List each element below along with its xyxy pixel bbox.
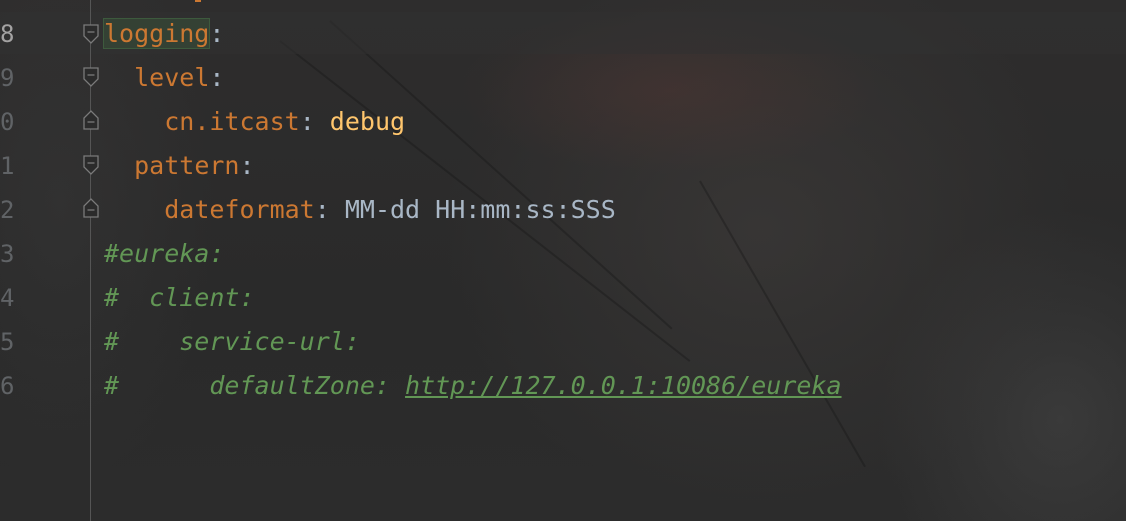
yaml-value[interactable]: debug [330, 107, 405, 136]
line-number[interactable]: 0 [0, 100, 14, 144]
line-number[interactable]: 2 [0, 188, 14, 232]
code-line[interactable]: #eureka: [104, 232, 224, 276]
line-number[interactable]: 3 [0, 232, 14, 276]
fold-close-icon[interactable] [83, 110, 99, 130]
yaml-key[interactable]: dateformat [164, 195, 315, 224]
yaml-comment[interactable]: #eureka: [104, 239, 224, 268]
yaml-colon: : [239, 151, 255, 180]
yaml-value[interactable]: MM-dd HH:mm:ss:SSS [345, 195, 616, 224]
yaml-comment[interactable]: # client: [104, 283, 255, 312]
line-number[interactable]: 9 [0, 56, 14, 100]
code-line[interactable]: dateformat: MM-dd HH:mm:ss:SSS [104, 188, 616, 232]
line-number[interactable]: 1 [0, 144, 14, 188]
line-number[interactable]: 6 [0, 364, 14, 408]
code-line[interactable]: level: [104, 56, 224, 100]
code-line[interactable]: logging: [102, 12, 225, 56]
fold-close-icon[interactable] [83, 198, 99, 218]
yaml-key[interactable]: pattern [134, 151, 239, 180]
line-number[interactable]: 5 [0, 320, 14, 364]
line-number[interactable]: 8 [0, 12, 14, 56]
yaml-colon: : [314, 195, 345, 224]
comment-url-link[interactable]: http://127.0.0.1:10086/eureka [405, 371, 842, 400]
line-number-gutter: 8 9 0 1 2 3 4 5 6 [0, 0, 48, 521]
clipped-text-fragment [195, 0, 201, 2]
yaml-key[interactable]: cn.itcast [164, 107, 299, 136]
code-line[interactable]: pattern: [104, 144, 255, 188]
yaml-key[interactable]: level [134, 63, 209, 92]
fold-open-icon[interactable] [83, 24, 99, 44]
yaml-colon: : [209, 19, 225, 48]
yaml-comment[interactable]: # service-url: [104, 327, 360, 356]
yaml-colon: : [299, 107, 330, 136]
fold-open-icon[interactable] [83, 155, 99, 175]
fold-open-icon[interactable] [83, 67, 99, 87]
yaml-key[interactable]: logging [102, 18, 211, 49]
code-line[interactable]: # client: [104, 276, 255, 320]
yaml-comment[interactable]: # defaultZone: [104, 371, 405, 400]
code-line[interactable]: cn.itcast: debug [104, 100, 405, 144]
code-line[interactable]: # defaultZone: http://127.0.0.1:10086/eu… [104, 364, 842, 408]
yaml-colon: : [209, 63, 225, 92]
code-line[interactable]: # service-url: [104, 320, 360, 364]
line-number[interactable]: 4 [0, 276, 14, 320]
